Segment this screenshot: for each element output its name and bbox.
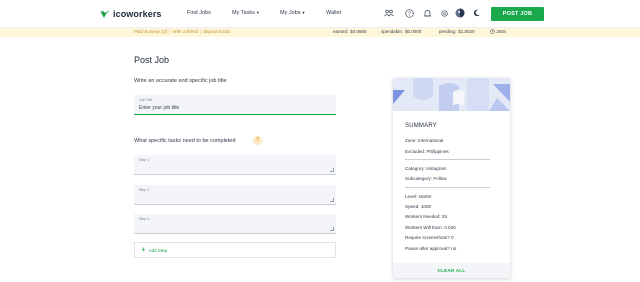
svg-text:?: ?	[408, 11, 411, 17]
nav-my-jobs-label: My Jobs	[280, 10, 301, 16]
pending-label: pending:	[439, 29, 457, 34]
spendable-value: $0.0000	[405, 29, 422, 34]
divider	[405, 159, 490, 160]
timer-stat: 250s	[490, 29, 506, 34]
divider	[405, 187, 490, 188]
resize-handle-icon[interactable]	[330, 168, 334, 172]
refer-friend-link[interactable]: refer a friend	[172, 29, 198, 34]
add-step-button[interactable]: + Add Step	[134, 242, 336, 258]
bell-icon[interactable]	[422, 8, 432, 18]
post-job-button[interactable]: POST JOB	[491, 7, 544, 21]
separator: |	[169, 29, 171, 34]
tasks-prompt: What specific tasks need to be completed	[134, 138, 236, 144]
top-navbar: icoworkers Find Jobs My Tasks▼ My Jobs▼ …	[0, 0, 640, 28]
chevron-down-icon: ▼	[255, 10, 260, 15]
summary-excluded: Excluded: Philippines	[405, 149, 449, 154]
chevron-down-icon: ▼	[301, 10, 306, 15]
separator: |	[199, 29, 202, 34]
step-1-field[interactable]: Step 1	[134, 155, 336, 175]
help-circle-icon[interactable]: ?	[404, 8, 414, 18]
pending-stat: pending: $1.8020	[439, 29, 475, 34]
timer-value: 250s	[496, 29, 507, 34]
clock-icon	[490, 29, 495, 34]
spendable-stat: spendable: $0.0000	[381, 29, 421, 34]
summary-subcategory: Subcategory: Follow	[405, 176, 447, 181]
summary-zone: Zone: International	[405, 138, 444, 143]
spendable-label: spendable:	[381, 29, 404, 34]
add-step-label: Add Step	[148, 247, 168, 253]
avatar[interactable]	[455, 8, 465, 18]
job-title-label: Job Title	[139, 98, 153, 102]
summary-card: SUMMARY Zone: International Excluded: Ph…	[393, 78, 510, 278]
step-3-label: Step 3	[139, 217, 150, 221]
team-icon[interactable]	[384, 8, 394, 18]
nav-my-tasks[interactable]: My Tasks▼	[232, 10, 260, 16]
account-status-bar: Paid Surveys (2) | refer a friend | deposit …	[0, 28, 640, 37]
info-icon[interactable]: ?	[253, 136, 262, 145]
resize-handle-icon[interactable]	[330, 198, 334, 202]
plus-icon: +	[141, 245, 146, 254]
nav-my-tasks-label: My Tasks	[232, 10, 255, 16]
deposit-funds-link[interactable]: deposit funds	[203, 29, 230, 34]
summary-speed: Speed: 1000	[405, 204, 432, 209]
summary-category: Category: Instagram	[405, 166, 447, 171]
paid-surveys-link[interactable]: Paid Surveys (2)	[134, 29, 167, 34]
settings-icon[interactable]	[439, 8, 449, 18]
nav-find-jobs[interactable]: Find Jobs	[187, 10, 211, 16]
logo-icon	[99, 9, 111, 19]
summary-workers-needed: Workers Needed: 25	[405, 214, 448, 219]
brand-logo[interactable]: icoworkers	[99, 8, 162, 20]
summary-title: SUMMARY	[405, 123, 437, 129]
title-prompt: Write an accurate and specific job title	[134, 78, 227, 84]
nav-my-jobs[interactable]: My Jobs▼	[280, 10, 305, 16]
job-title-input[interactable]: Enter your job title	[139, 105, 179, 111]
earned-value: $4.0655	[350, 29, 367, 34]
nav-wallet[interactable]: Wallet	[326, 10, 341, 16]
dark-mode-icon[interactable]	[472, 8, 482, 18]
summary-pause: Pause after approval? no	[405, 246, 457, 251]
earned-stat: earned: $4.0655	[333, 29, 367, 34]
pending-value: $1.8020	[458, 29, 475, 34]
brand-name: icoworkers	[113, 9, 162, 19]
step-2-field[interactable]: Step 2	[134, 185, 336, 205]
job-title-field[interactable]: Job Title Enter your job title	[134, 95, 336, 115]
summary-banner-illustration	[393, 78, 510, 111]
step-2-label: Step 2	[139, 188, 150, 192]
page-title: Post Job	[134, 55, 170, 65]
resize-handle-icon[interactable]	[330, 227, 334, 231]
step-3-field[interactable]: Step 3	[134, 214, 336, 234]
earned-label: earned:	[333, 29, 349, 34]
quick-links: Paid Surveys (2) | refer a friend | deposit …	[134, 29, 230, 34]
summary-screenshots: Require screenshots? 0	[405, 235, 454, 240]
clear-all-button[interactable]: CLEAR ALL	[393, 263, 510, 278]
summary-workers-earn: Workers Will Earn: 0.020	[405, 225, 456, 230]
step-1-label: Step 1	[139, 158, 150, 162]
summary-level: Level: starter	[405, 194, 432, 199]
